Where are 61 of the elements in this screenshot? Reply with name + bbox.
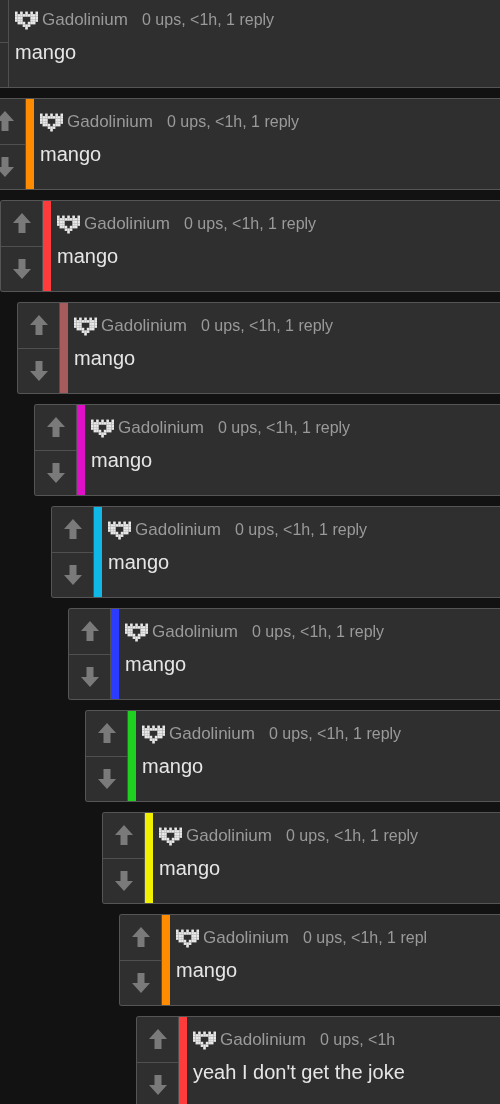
- comment-text: mango: [176, 959, 239, 982]
- comment-text: mango: [159, 857, 222, 880]
- author-link[interactable]: Gadolinium: [67, 112, 153, 132]
- down-arrow-icon: [147, 1073, 168, 1096]
- up-arrow-icon: [28, 314, 49, 337]
- downvote-button[interactable]: [18, 347, 59, 393]
- up-arrow-icon: [11, 212, 32, 235]
- down-arrow-icon: [28, 359, 49, 382]
- up-arrow-icon: [0, 110, 15, 133]
- author-link[interactable]: Gadolinium: [118, 418, 204, 438]
- comment-meta: 0 ups, <1h, 1 reply: [142, 11, 275, 29]
- downvote-button[interactable]: [103, 857, 144, 903]
- up-arrow-icon: [45, 416, 66, 439]
- down-arrow-icon: [0, 155, 15, 178]
- down-arrow-icon: [45, 461, 66, 484]
- down-arrow-icon: [113, 869, 134, 892]
- comment-text: mango: [57, 245, 120, 268]
- downvote-button[interactable]: [86, 755, 127, 801]
- author-link[interactable]: Gadolinium: [169, 724, 255, 744]
- author-link[interactable]: Gadolinium: [186, 826, 272, 846]
- comment-text: mango: [142, 755, 205, 778]
- comment-text: mango: [125, 653, 188, 676]
- comment-meta: 0 ups, <1h: [320, 1031, 396, 1049]
- author-link[interactable]: Gadolinium: [42, 10, 128, 30]
- comment-meta: 0 ups, <1h, 1 reply: [252, 623, 385, 641]
- downvote-button[interactable]: [35, 449, 76, 495]
- downvote-button[interactable]: [120, 959, 161, 1005]
- down-arrow-icon: [11, 257, 32, 280]
- comment-meta: 0 ups, <1h, 1 reply: [184, 215, 317, 233]
- comment-text: mango: [15, 41, 78, 64]
- comment-meta: 0 ups, <1h, 1 repl: [303, 929, 428, 947]
- up-arrow-icon: [96, 722, 117, 745]
- comment-meta: 0 ups, <1h, 1 reply: [235, 521, 368, 539]
- comment-text: mango: [91, 449, 154, 472]
- author-link[interactable]: Gadolinium: [152, 622, 238, 642]
- downvote-button[interactable]: [1, 245, 42, 291]
- down-arrow-icon: [79, 665, 100, 688]
- author-link[interactable]: Gadolinium: [84, 214, 170, 234]
- comment-meta: 0 ups, <1h, 1 reply: [286, 827, 419, 845]
- author-link[interactable]: Gadolinium: [220, 1030, 306, 1050]
- up-arrow-icon: [130, 926, 151, 949]
- comment-meta: 0 ups, <1h, 1 reply: [269, 725, 402, 743]
- downvote-button[interactable]: [52, 551, 93, 597]
- up-arrow-icon: [113, 824, 134, 847]
- comment-text: yeah I don't get the joke: [193, 1061, 406, 1084]
- up-arrow-icon: [147, 1028, 168, 1051]
- up-arrow-icon: [79, 620, 100, 643]
- comment-text: mango: [40, 143, 103, 166]
- comment-text: mango: [108, 551, 171, 574]
- author-link[interactable]: Gadolinium: [101, 316, 187, 336]
- comment-meta: 0 ups, <1h, 1 reply: [201, 317, 334, 335]
- comment-meta: 0 ups, <1h, 1 reply: [167, 113, 300, 131]
- up-arrow-icon: [62, 518, 83, 541]
- down-arrow-icon: [130, 971, 151, 994]
- comment-meta: 0 ups, <1h, 1 reply: [218, 419, 351, 437]
- author-link[interactable]: Gadolinium: [203, 928, 289, 948]
- down-arrow-icon: [62, 563, 83, 586]
- comment-text: mango: [74, 347, 137, 370]
- author-link[interactable]: Gadolinium: [135, 520, 221, 540]
- down-arrow-icon: [96, 767, 117, 790]
- downvote-button[interactable]: [69, 653, 110, 699]
